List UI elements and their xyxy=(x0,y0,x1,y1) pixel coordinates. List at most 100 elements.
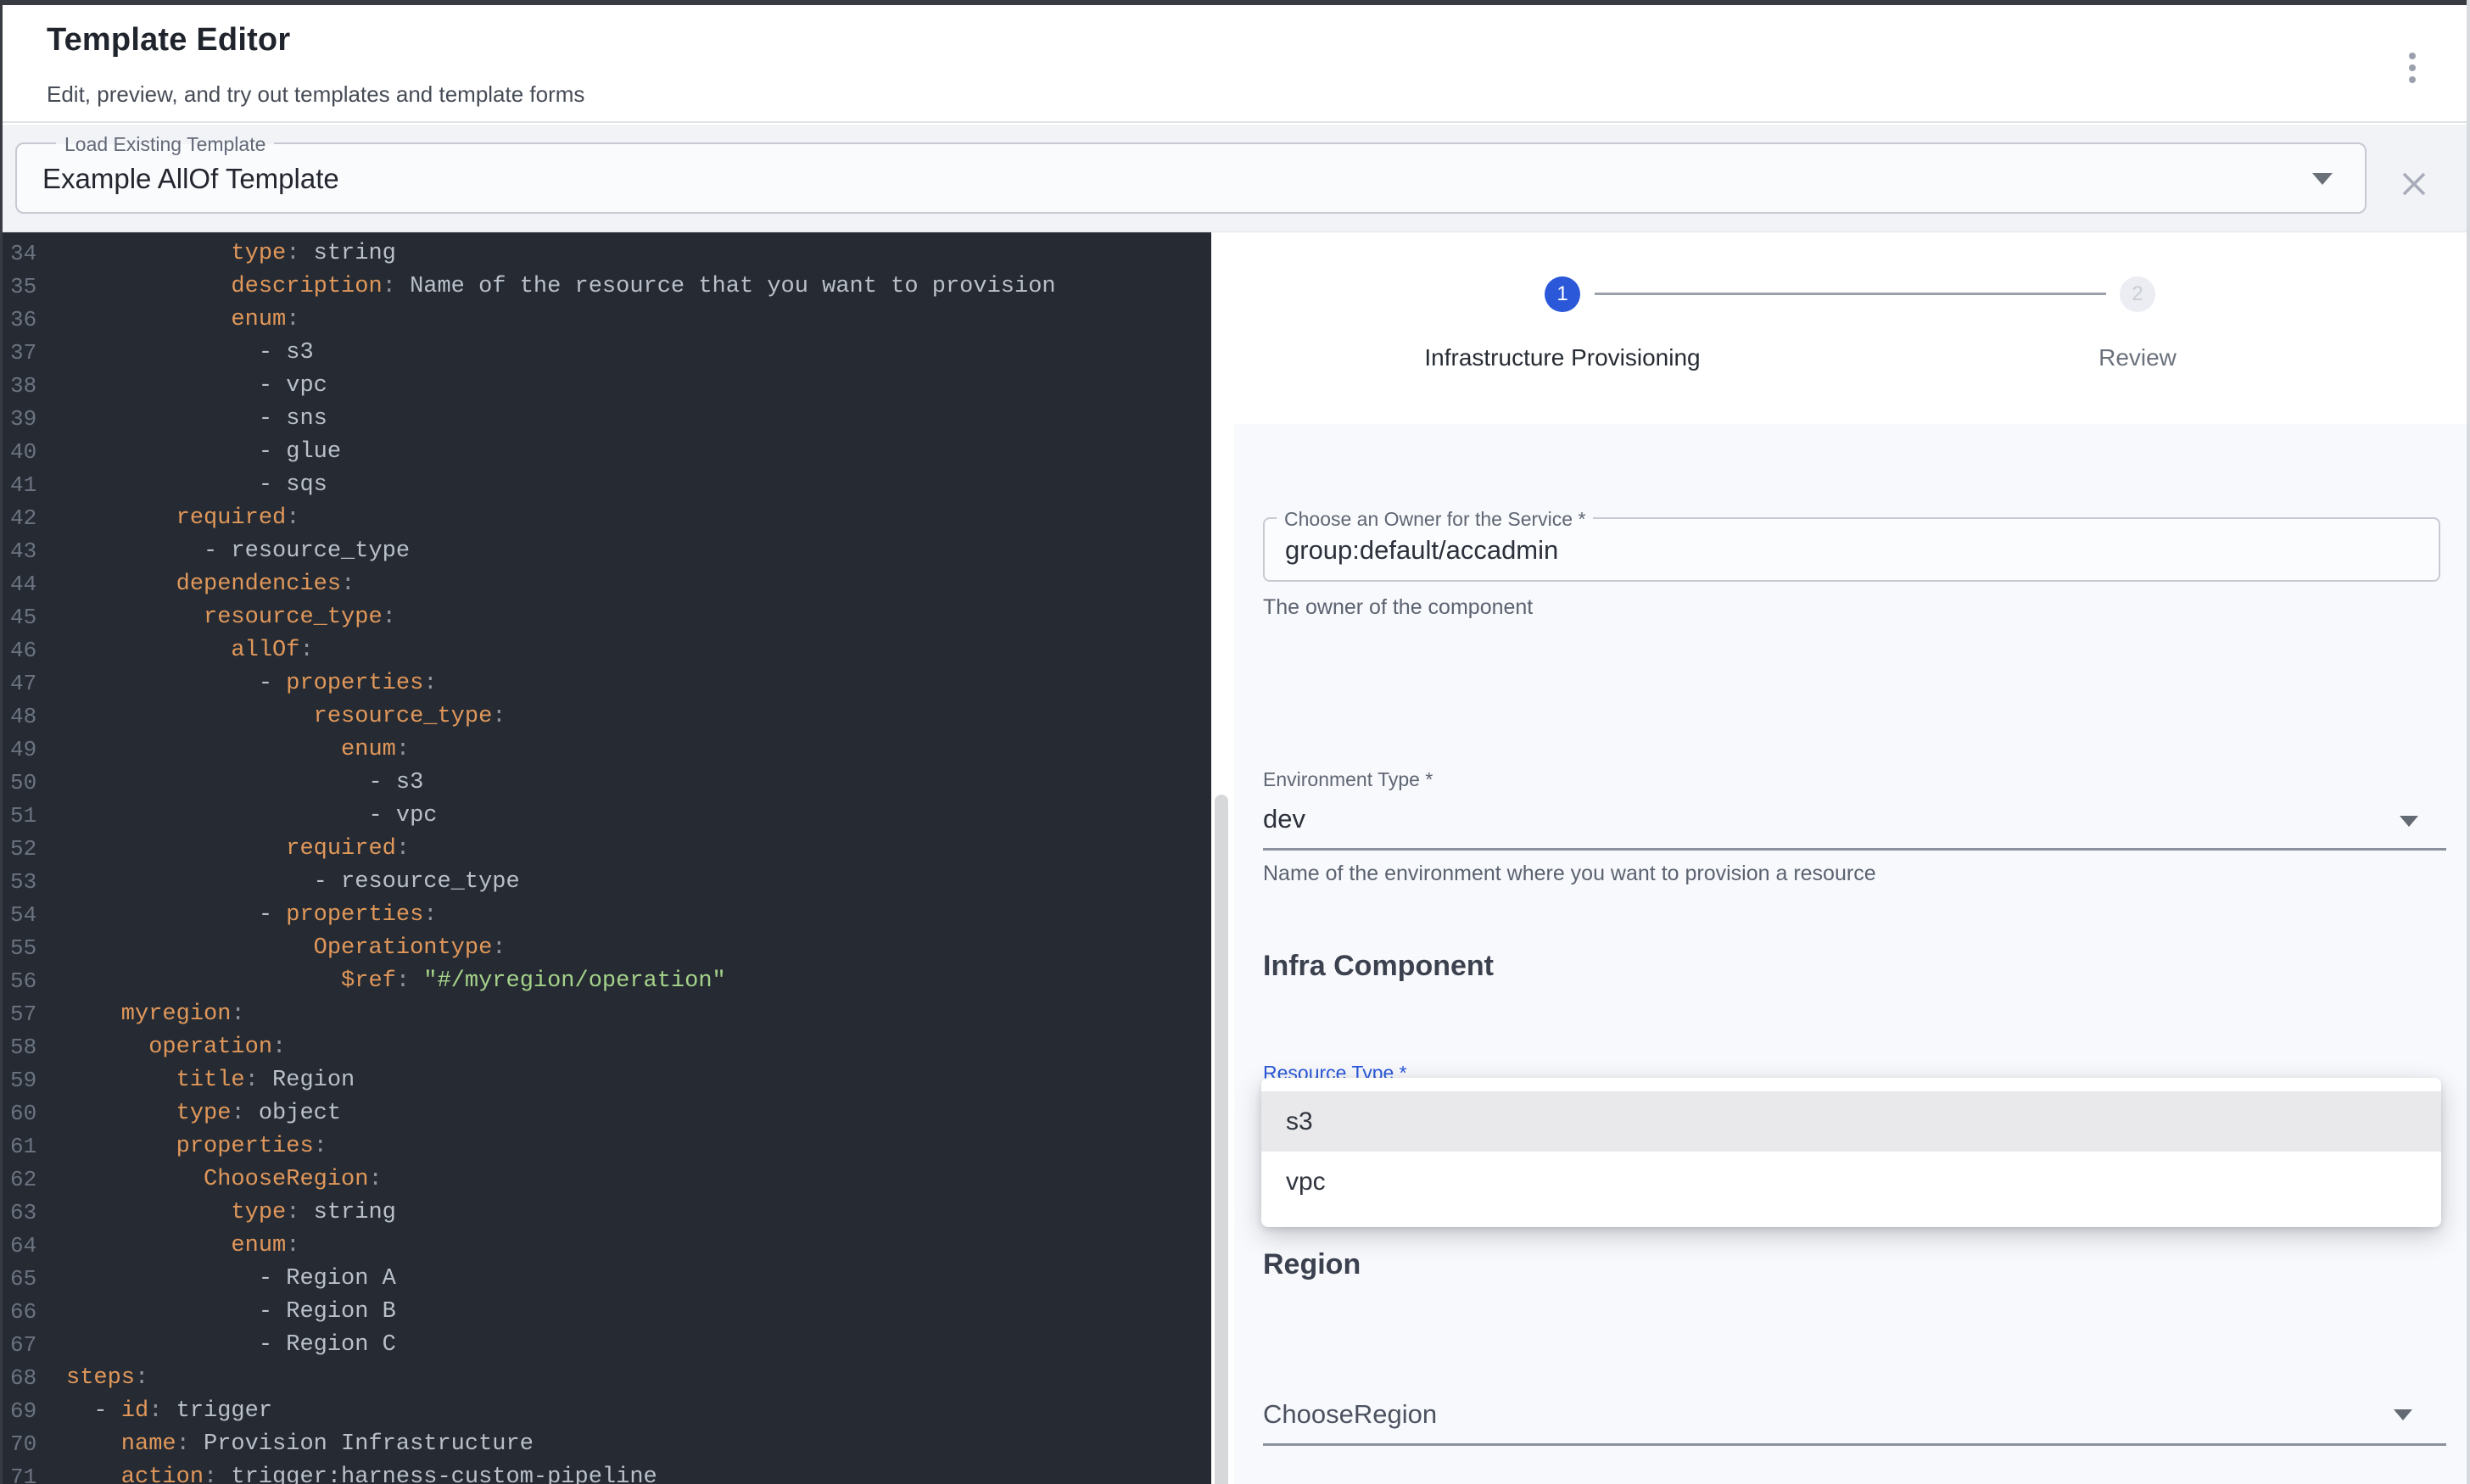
code-text: resource_type: xyxy=(66,601,396,634)
resource-type-option-vpc[interactable]: vpc xyxy=(1261,1152,2441,1212)
code-editor[interactable]: 34 type: string35 description: Name of t… xyxy=(0,232,1211,1484)
code-line: 71 action: trigger:harness-custom-pipeli… xyxy=(0,1461,1211,1484)
code-line: 58 operation: xyxy=(0,1031,1211,1064)
environment-select-underline xyxy=(1263,848,2446,851)
line-number: 58 xyxy=(0,1031,66,1064)
editor-scrollbar-track xyxy=(1211,232,1234,1484)
environment-type-select[interactable]: dev xyxy=(1263,804,1305,834)
line-number: 46 xyxy=(0,634,66,667)
code-text: - Region C xyxy=(66,1329,396,1362)
line-number: 59 xyxy=(0,1064,66,1097)
code-line: 36 enum: xyxy=(0,304,1211,337)
code-text: required: xyxy=(66,502,299,535)
code-text: - glue xyxy=(66,436,341,469)
code-line: 60 type: object xyxy=(0,1097,1211,1130)
line-number: 40 xyxy=(0,436,66,469)
line-number: 36 xyxy=(0,304,66,337)
code-line: 66 - Region B xyxy=(0,1296,1211,1329)
resource-type-option-s3[interactable]: s3 xyxy=(1261,1091,2441,1152)
line-number: 55 xyxy=(0,932,66,965)
page-header: Template Editor Edit, preview, and try o… xyxy=(0,5,2470,123)
code-line: 44 dependencies: xyxy=(0,568,1211,601)
code-text: description: Name of the resource that y… xyxy=(66,271,1056,304)
code-text: Operationtype: xyxy=(66,932,506,965)
code-line: 52 required: xyxy=(0,833,1211,866)
line-number: 50 xyxy=(0,767,66,800)
code-line: 67 - Region C xyxy=(0,1329,1211,1362)
choose-region-underline xyxy=(1263,1443,2446,1446)
line-number: 65 xyxy=(0,1263,66,1296)
owner-helper-text: The owner of the component xyxy=(1263,595,1533,620)
region-heading: Region xyxy=(1263,1248,1361,1281)
step-1-label: Infrastructure Provisioning xyxy=(1424,344,1700,371)
line-number: 47 xyxy=(0,667,66,700)
line-number: 43 xyxy=(0,535,66,568)
stepper: 1 2 Infrastructure Provisioning Review xyxy=(1234,232,2467,424)
step-2-label: Review xyxy=(2098,344,2177,371)
code-line: 51 - vpc xyxy=(0,800,1211,833)
editor-scrollbar-thumb[interactable] xyxy=(1215,795,1228,1484)
code-text: action: trigger:harness-custom-pipeline xyxy=(66,1461,657,1484)
code-line: 42 required: xyxy=(0,502,1211,535)
code-text: ChooseRegion: xyxy=(66,1163,383,1197)
code-line: 40 - glue xyxy=(0,436,1211,469)
more-options-button[interactable] xyxy=(2389,39,2436,97)
clear-template-button[interactable] xyxy=(2395,165,2433,203)
code-text: $ref: "#/myregion/operation" xyxy=(66,965,726,998)
code-text: type: object xyxy=(66,1097,341,1130)
chevron-down-icon xyxy=(2400,816,2418,827)
code-line: 62 ChooseRegion: xyxy=(0,1163,1211,1197)
line-number: 68 xyxy=(0,1362,66,1395)
code-text: enum: xyxy=(66,1230,299,1263)
code-line: 55 Operationtype: xyxy=(0,932,1211,965)
code-line: 46 allOf: xyxy=(0,634,1211,667)
chevron-down-icon xyxy=(2394,1409,2412,1420)
code-text: enum: xyxy=(66,734,410,767)
line-number: 44 xyxy=(0,568,66,601)
code-text: steps: xyxy=(66,1362,148,1395)
code-line: 65 - Region A xyxy=(0,1263,1211,1296)
step-connector xyxy=(1595,293,2106,295)
owner-input-label: Choose an Owner for the Service * xyxy=(1277,506,1593,532)
load-existing-template-value: Example AllOf Template xyxy=(42,163,339,195)
code-text: - s3 xyxy=(66,767,423,800)
code-text: - resource_type xyxy=(66,866,520,899)
code-text: - vpc xyxy=(66,800,437,833)
code-lines: 34 type: string35 description: Name of t… xyxy=(0,232,1211,1484)
code-text: allOf: xyxy=(66,634,314,667)
line-number: 64 xyxy=(0,1230,66,1263)
code-text: type: string xyxy=(66,1197,396,1230)
close-icon xyxy=(2395,165,2433,203)
line-number: 60 xyxy=(0,1097,66,1130)
page-subtitle: Edit, preview, and try out templates and… xyxy=(47,81,584,108)
code-line: 41 - sqs xyxy=(0,469,1211,502)
environment-type-label: Environment Type * xyxy=(1263,768,1433,791)
code-text: properties: xyxy=(66,1130,327,1163)
line-number: 56 xyxy=(0,965,66,998)
code-line: 70 name: Provision Infrastructure xyxy=(0,1428,1211,1461)
line-number: 38 xyxy=(0,370,66,403)
line-number: 48 xyxy=(0,700,66,734)
line-number: 42 xyxy=(0,502,66,535)
code-text: - sqs xyxy=(66,469,327,502)
code-line: 35 description: Name of the resource tha… xyxy=(0,271,1211,304)
code-line: 54 - properties: xyxy=(0,899,1211,932)
line-number: 57 xyxy=(0,998,66,1031)
code-line: 56 $ref: "#/myregion/operation" xyxy=(0,965,1211,998)
page-title: Template Editor xyxy=(47,22,290,59)
template-editor-page: Template Editor Edit, preview, and try o… xyxy=(0,0,2470,1484)
code-line: 64 enum: xyxy=(0,1230,1211,1263)
code-line: 47 - properties: xyxy=(0,667,1211,700)
code-line: 57 myregion: xyxy=(0,998,1211,1031)
code-line: 34 type: string xyxy=(0,237,1211,271)
code-line: 59 title: Region xyxy=(0,1064,1211,1097)
code-text: - vpc xyxy=(66,370,327,403)
step-1-indicator: 1 xyxy=(1545,276,1580,312)
owner-input[interactable]: Choose an Owner for the Service * group:… xyxy=(1263,517,2440,582)
environment-helper-text: Name of the environment where you want t… xyxy=(1263,862,1876,886)
choose-region-select[interactable]: ChooseRegion xyxy=(1263,1399,1437,1430)
code-text: title: Region xyxy=(66,1064,355,1097)
code-text: - sns xyxy=(66,403,327,436)
load-existing-template-select[interactable]: Load Existing Template Example AllOf Tem… xyxy=(15,142,2367,214)
code-line: 37 - s3 xyxy=(0,337,1211,370)
